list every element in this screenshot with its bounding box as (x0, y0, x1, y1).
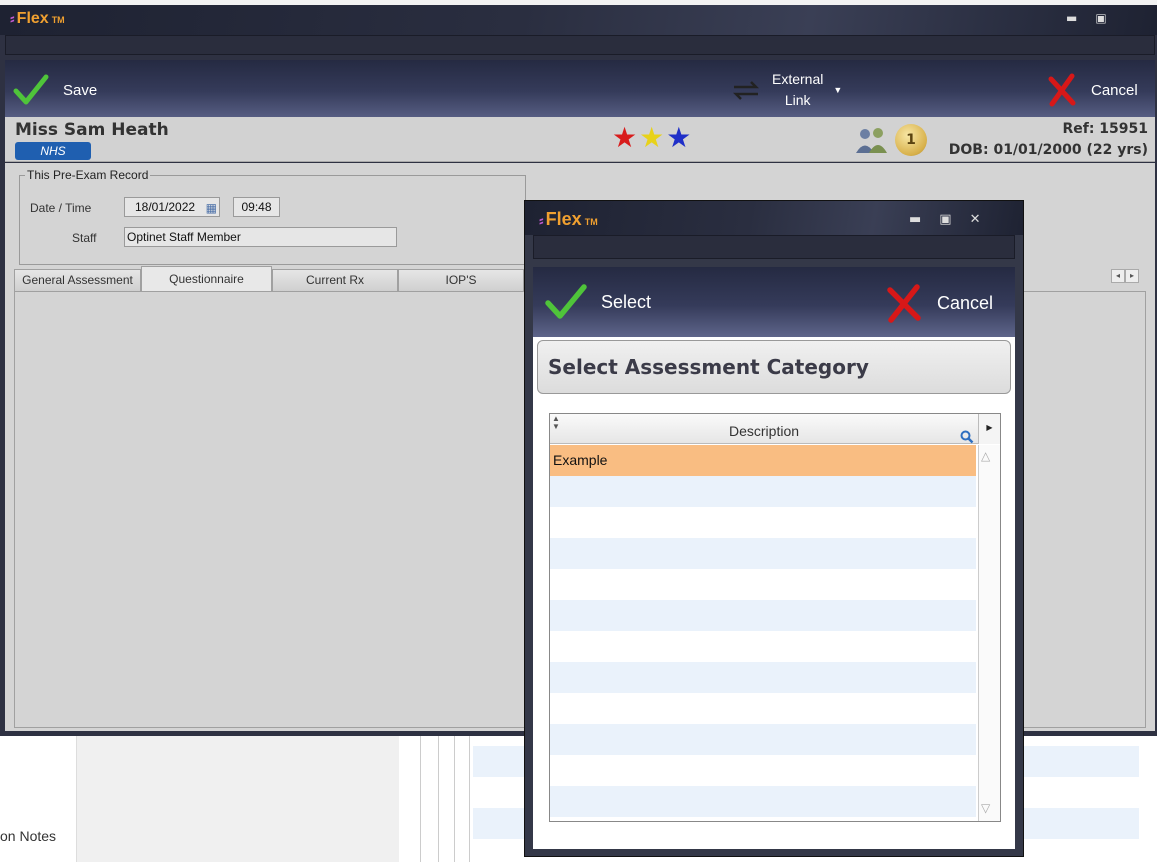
family-icon[interactable] (853, 126, 891, 158)
record-tabs: General Assessment Questionnaire Current… (14, 266, 524, 291)
tab-general-assessment[interactable]: General Assessment (14, 269, 141, 291)
maximize-icon[interactable]: ▣ (939, 212, 951, 227)
sort-icon[interactable]: ▲ ▼ (552, 415, 560, 431)
flex-logo-icon: ⸗ (539, 212, 544, 228)
scroll-down-icon[interactable]: ▽ (981, 801, 990, 815)
tab-iops[interactable]: IOP'S (398, 269, 524, 291)
save-button[interactable]: Save (13, 73, 97, 107)
table-row[interactable] (550, 600, 976, 631)
dialog-heading-box: Select Assessment Category (537, 340, 1011, 394)
background-grid-lines (421, 736, 473, 862)
table-row[interactable] (550, 569, 976, 600)
dialog-flex-logo: ⸗ Flex TM (539, 209, 598, 229)
tab-scroll-right-icon[interactable]: ▸ (1125, 269, 1139, 283)
select-category-dialog: ⸗ Flex TM ▬ ▣ ✕ Select Cancel Select Ass… (524, 200, 1024, 857)
table-row[interactable]: Example (550, 445, 976, 476)
select-button[interactable]: Select (545, 283, 651, 321)
checkmark-icon (545, 284, 587, 319)
background-panel (76, 736, 399, 862)
category-grid: ▲ ▼ Description ▶ Example △ ▽ (549, 413, 1001, 822)
title-bar: ⸗ Flex TM ▬ ▣ (0, 5, 1157, 35)
tab-scroll-arrows: ◂ ▸ (1111, 269, 1139, 283)
yellow-star-icon: ★ (639, 121, 665, 154)
external-link-button[interactable]: External Link ▼ (730, 69, 842, 111)
time-field[interactable]: 09:48 (233, 197, 280, 217)
dialog-window-controls: ▬ ▣ ✕ (909, 212, 981, 227)
menu-strip (5, 35, 1155, 55)
window-controls: ▬ ▣ (1066, 11, 1107, 25)
staff-label: Staff (72, 231, 97, 245)
external-link-line1: External (772, 71, 824, 87)
background-notes-label[interactable]: on Notes (0, 828, 56, 844)
table-row[interactable] (550, 724, 976, 755)
close-icon[interactable]: ✕ (970, 212, 981, 227)
swap-arrows-icon (732, 81, 760, 100)
column-menu-icon[interactable]: ▶ (978, 414, 1000, 444)
patient-stars: ★ ★ ★ (612, 123, 691, 153)
table-row[interactable] (550, 693, 976, 724)
cancel-button[interactable]: Cancel (1047, 73, 1138, 107)
dialog-cancel-button[interactable]: Cancel (885, 283, 993, 323)
calendar-icon[interactable]: ▦ (206, 199, 217, 217)
flex-logo-icon: ⸗ (10, 10, 15, 26)
tab-questionnaire[interactable]: Questionnaire (141, 266, 272, 291)
column-header-description[interactable]: ▲ ▼ Description (550, 414, 978, 444)
table-row[interactable] (550, 662, 976, 693)
external-link-line2: Link (784, 92, 811, 108)
background-scrollbar[interactable] (399, 736, 421, 862)
table-row[interactable] (550, 786, 976, 817)
minimize-icon[interactable]: ▬ (909, 212, 921, 227)
dialog-body: Select Assessment Category ▲ ▼ Descriptio… (533, 337, 1015, 849)
dialog-title-bar: ⸗ Flex TM ▬ ▣ ✕ (525, 201, 1023, 235)
maximize-icon[interactable]: ▣ (1095, 11, 1106, 25)
red-star-icon: ★ (612, 121, 638, 154)
table-row[interactable] (550, 631, 976, 662)
red-x-icon (887, 284, 921, 323)
scroll-up-icon[interactable]: △ (981, 449, 990, 463)
nhs-badge[interactable]: NHS (15, 142, 91, 160)
patient-name: Miss Sam Heath (15, 120, 169, 140)
recall-count-coin[interactable]: 1 (895, 124, 927, 156)
red-x-icon (1048, 73, 1076, 107)
pre-exam-record-group: This Pre-Exam Record Date / Time 18/01/2… (19, 168, 526, 265)
dialog-toolbar: Select Cancel (533, 267, 1015, 337)
table-row[interactable] (550, 507, 976, 538)
chevron-down-icon[interactable]: ▼ (833, 85, 842, 95)
tab-scroll-left-icon[interactable]: ◂ (1111, 269, 1125, 283)
grid-scrollbar[interactable]: △ ▽ (978, 445, 1000, 821)
date-time-label: Date / Time (30, 201, 92, 215)
table-row[interactable] (550, 538, 976, 569)
grid-rows: Example (550, 445, 976, 817)
blue-star-icon: ★ (666, 121, 692, 154)
date-field[interactable]: 18/01/2022 ▦ (124, 197, 220, 217)
tab-current-rx[interactable]: Current Rx (272, 269, 398, 291)
patient-banner: Miss Sam Heath NHS ★ ★ ★ 1 Ref: 15951 DO… (5, 117, 1155, 162)
patient-ref: Ref: 15951 (1062, 121, 1148, 137)
table-row[interactable] (550, 476, 976, 507)
table-row[interactable] (550, 755, 976, 786)
flex-logo: ⸗ Flex TM (10, 10, 65, 27)
checkmark-icon (13, 74, 49, 105)
dialog-menu-strip (533, 235, 1015, 259)
main-toolbar: Save External Link ▼ Cancel (5, 60, 1155, 117)
dialog-heading: Select Assessment Category (548, 355, 869, 379)
minimize-icon[interactable]: ▬ (1066, 11, 1077, 25)
staff-field[interactable]: Optinet Staff Member (124, 227, 397, 247)
patient-dob: DOB: 01/01/2000 (22 yrs) (948, 142, 1148, 158)
group-legend: This Pre-Exam Record (25, 168, 151, 182)
